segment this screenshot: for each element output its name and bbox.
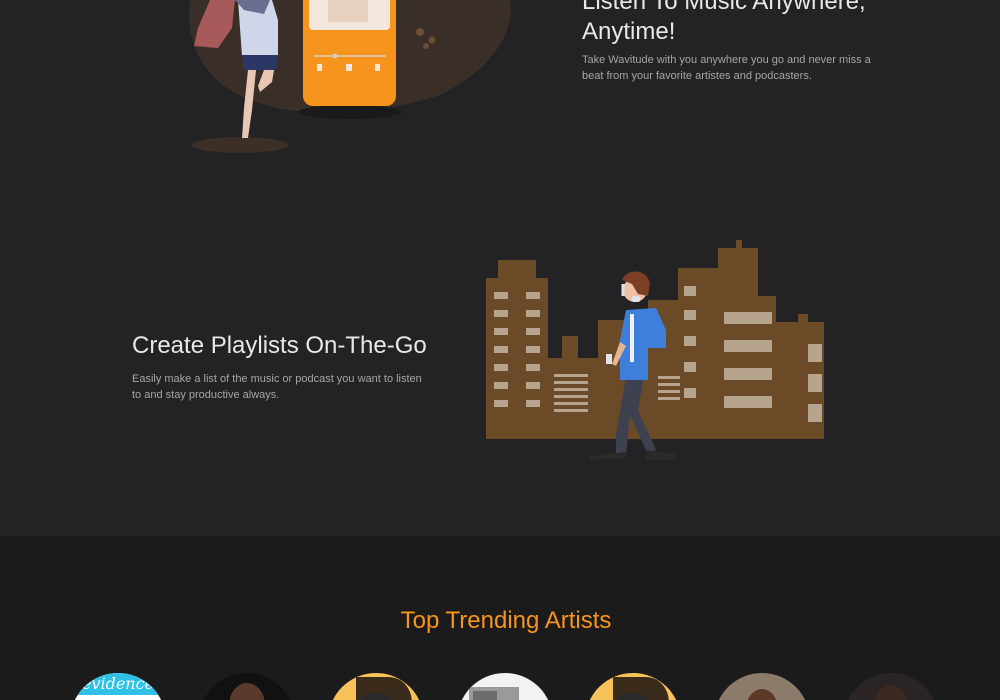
artist-photo-6 [714, 673, 810, 700]
artist-card[interactable] [714, 673, 810, 700]
feature-title: Listen To Music Anywhere, Anytime! [582, 0, 866, 45]
artist-card[interactable] [328, 673, 424, 700]
feature-create-playlists: Create Playlists On-The-Go Easily make a… [0, 200, 1000, 536]
woman-running-with-phone-illustration [180, 0, 520, 165]
artist-photo-2 [199, 673, 295, 700]
artist-card[interactable] [585, 673, 681, 700]
placeholder-d-avatar [328, 673, 424, 700]
feature-title: Create Playlists On-The-Go [132, 332, 427, 359]
top-trending-artists-section: Top Trending Artists evidence [0, 536, 1000, 700]
artist-card[interactable] [457, 673, 553, 700]
evidence-cover-art: evidence [70, 673, 166, 700]
artist-photo-7 [843, 673, 939, 700]
artist-photo-4 [457, 673, 553, 700]
artist-card[interactable] [199, 673, 295, 700]
feature-description: Take Wavitude with you anywhere you go a… [582, 54, 871, 82]
man-walking-with-headphones-city-illustration [480, 240, 840, 465]
placeholder-d-avatar [585, 673, 681, 700]
artist-card[interactable]: evidence [70, 673, 166, 700]
section-title: Top Trending Artists [400, 607, 612, 634]
feature-listen-anywhere: Listen To Music Anywhere, Anytime! Take … [0, 0, 1000, 200]
cover-text: evidence [82, 674, 154, 693]
artist-card[interactable] [843, 673, 939, 700]
feature-description: Easily make a list of the music or podca… [132, 373, 422, 401]
